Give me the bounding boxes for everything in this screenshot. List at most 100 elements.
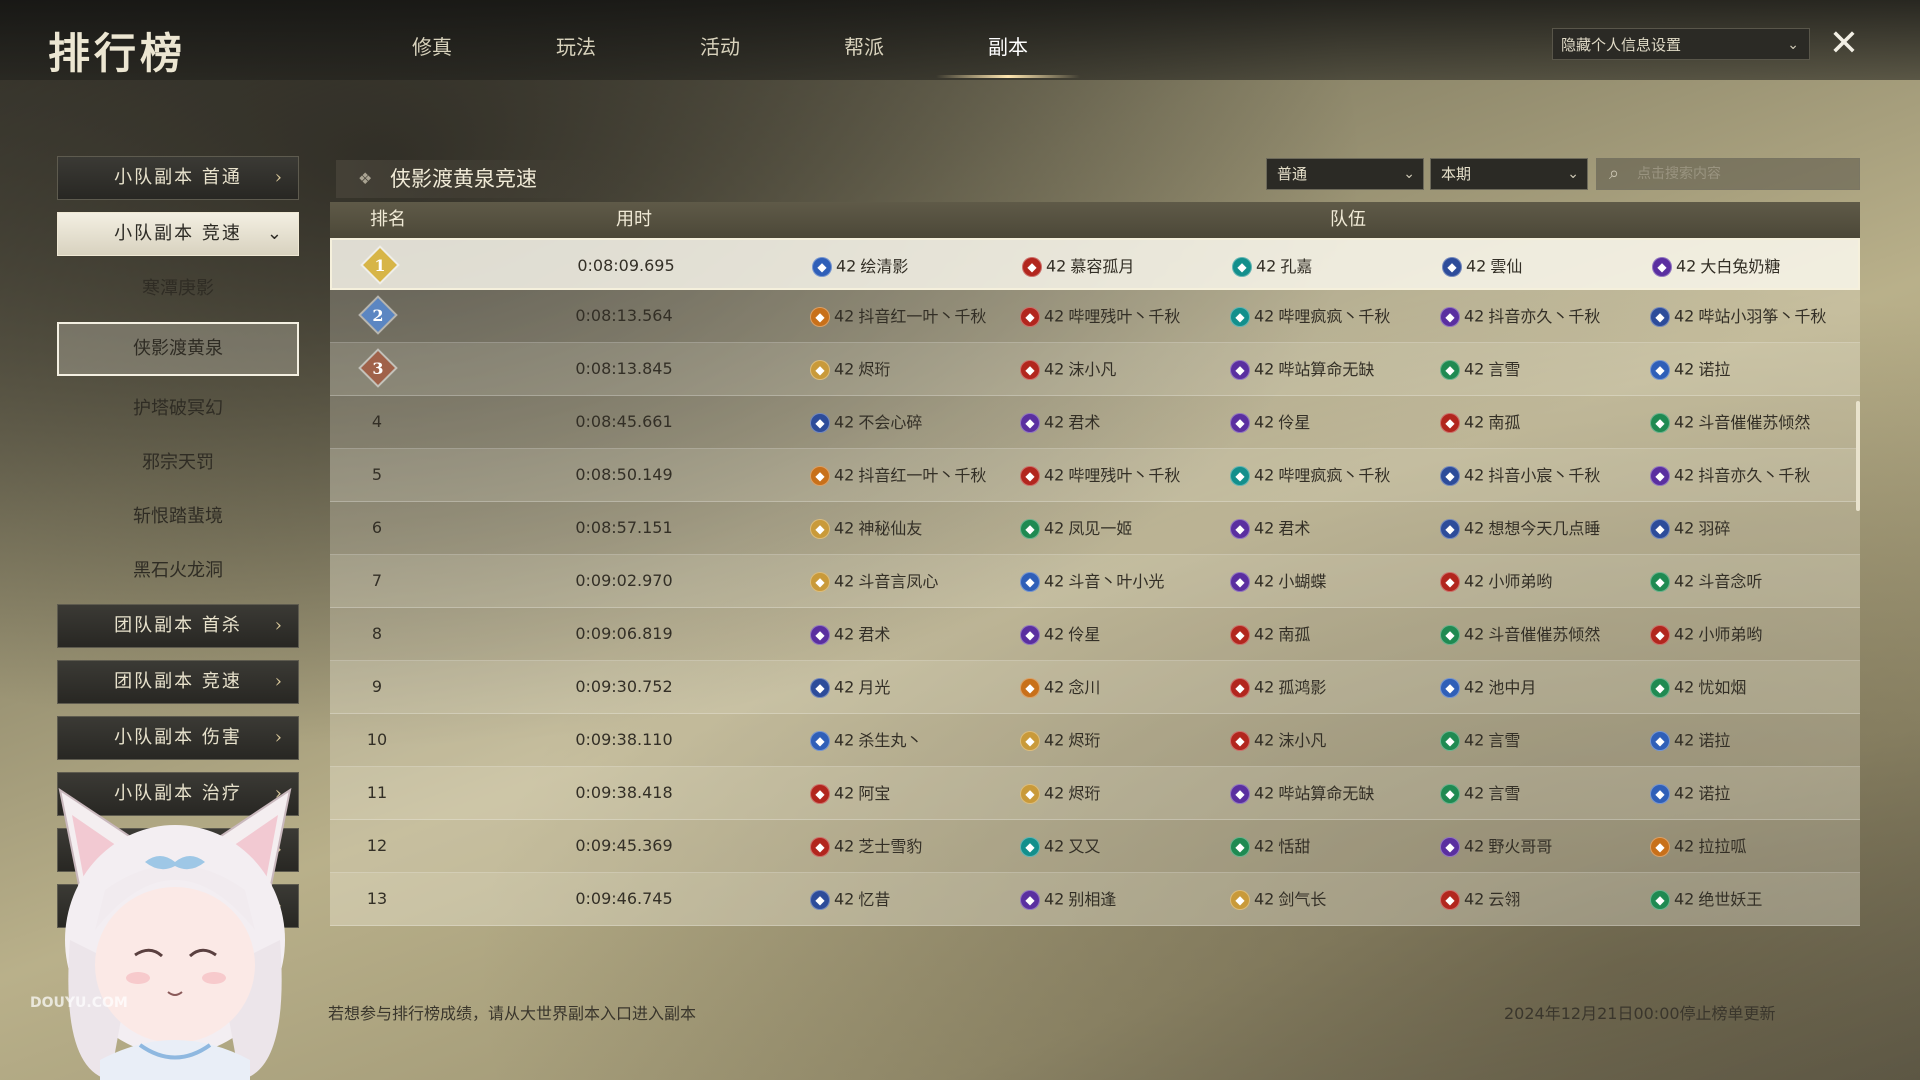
team-member[interactable]: ◆ 42 抖音亦久丶千秋 [1440, 290, 1645, 343]
team-member[interactable]: ◆ 42 云翎 [1440, 873, 1645, 926]
difficulty-select[interactable]: 普通 ⌄ [1266, 158, 1424, 190]
table-row[interactable]: 1 0:08:09.695 ◆ 42 绘清影 ◆ 42 慕容孤月 ◆ 42 孔嘉 ◆ 42 雲仙 ◆ 42 大白… [330, 238, 1860, 290]
team-member[interactable]: ◆ 42 伶星 [1020, 608, 1225, 661]
team-member[interactable]: ◆ 42 小师弟哟 [1650, 608, 1855, 661]
team-member[interactable]: ◆ 42 雲仙 [1442, 240, 1647, 293]
team-member[interactable]: ◆ 42 芝士雪豹 [810, 820, 1015, 873]
team-member[interactable]: ◆ 42 哔哩残叶丶千秋 [1020, 449, 1225, 502]
team-member[interactable]: ◆ 42 南孤 [1440, 396, 1645, 449]
team-member[interactable]: ◆ 42 抖音红一叶丶千秋 [810, 290, 1015, 343]
team-member[interactable]: ◆ 42 神秘仙友 [810, 502, 1015, 555]
team-member[interactable]: ◆ 42 不会心碎 [810, 396, 1015, 449]
team-member[interactable]: ◆ 42 忆昔 [810, 873, 1015, 926]
team-member[interactable]: ◆ 42 诺拉 [1650, 767, 1855, 820]
sidebar-subitem-3[interactable]: 侠影渡黄泉 [57, 322, 299, 376]
team-member[interactable]: ◆ 42 沫小凡 [1020, 343, 1225, 396]
team-member[interactable]: ◆ 42 抖音小宸丶千秋 [1440, 449, 1645, 502]
team-member[interactable]: ◆ 42 又又 [1020, 820, 1225, 873]
team-member[interactable]: ◆ 42 阿宝 [810, 767, 1015, 820]
team-member[interactable]: ◆ 42 剑气长 [1230, 873, 1435, 926]
privacy-settings-select[interactable]: 隐藏个人信息设置 ⌄ [1552, 28, 1810, 60]
team-member[interactable]: ◆ 42 斗音催催苏倾然 [1440, 608, 1645, 661]
table-row[interactable]: 10 0:09:38.110 ◆ 42 杀生丸丶 ◆ 42 烬珩 ◆ 42 沫小凡 ◆ 42 言雪 ◆ 42 诺… [330, 714, 1860, 767]
sidebar-subitem-4[interactable]: 护塔破冥幻 [57, 388, 299, 430]
team-member[interactable]: ◆ 42 忧如烟 [1650, 661, 1855, 714]
table-body[interactable]: 1 0:08:09.695 ◆ 42 绘清影 ◆ 42 慕容孤月 ◆ 42 孔嘉 ◆ 42 雲仙 ◆ 42 大白… [330, 238, 1860, 938]
team-member[interactable]: ◆ 42 言雪 [1440, 767, 1645, 820]
tab-3[interactable]: 帮派 [792, 0, 936, 78]
team-member[interactable]: ◆ 42 斗音催催苏倾然 [1650, 396, 1855, 449]
team-member[interactable]: ◆ 42 抖音亦久丶千秋 [1650, 449, 1855, 502]
team-member[interactable]: ◆ 42 绘清影 [812, 240, 1017, 293]
team-member[interactable]: ◆ 42 哔站算命无缺 [1230, 343, 1435, 396]
team-member[interactable]: ◆ 42 言雪 [1440, 714, 1645, 767]
search-input[interactable]: ⌕ 点击搜索内容 [1596, 158, 1860, 190]
table-row[interactable]: 8 0:09:06.819 ◆ 42 君术 ◆ 42 伶星 ◆ 42 南孤 ◆ 42 斗音催催苏倾然 ◆ 42… [330, 608, 1860, 661]
team-member[interactable]: ◆ 42 月光 [810, 661, 1015, 714]
team-member[interactable]: ◆ 42 哔站小羽筝丶千秋 [1650, 290, 1855, 343]
sidebar-category-9[interactable]: 团队副本 竞速 › [57, 660, 299, 704]
team-member[interactable]: ◆ 42 斗音念听 [1650, 555, 1855, 608]
team-member[interactable]: ◆ 42 言雪 [1440, 343, 1645, 396]
team-member[interactable]: ◆ 42 哔哩疯疯丶千秋 [1230, 290, 1435, 343]
period-select[interactable]: 本期 ⌄ [1430, 158, 1588, 190]
tab-2[interactable]: 活动 [648, 0, 792, 78]
sidebar-subitem-5[interactable]: 邪宗天罚 [57, 442, 299, 484]
team-member[interactable]: ◆ 42 慕容孤月 [1022, 240, 1227, 293]
tab-1[interactable]: 玩法 [504, 0, 648, 78]
table-row[interactable]: 7 0:09:02.970 ◆ 42 斗音言凤心 ◆ 42 斗音丶叶小光 ◆ 42 小蝴蝶 ◆ 42 小师… [330, 555, 1860, 608]
team-member[interactable]: ◆ 42 斗音丶叶小光 [1020, 555, 1225, 608]
team-member[interactable]: ◆ 42 君术 [810, 608, 1015, 661]
team-member[interactable]: ◆ 42 念川 [1020, 661, 1225, 714]
table-row[interactable]: 13 0:09:46.745 ◆ 42 忆昔 ◆ 42 别相逢 ◆ 42 剑气长 ◆ 42 云翎 ◆ 42 绝世… [330, 873, 1860, 926]
team-member[interactable]: ◆ 42 小蝴蝶 [1230, 555, 1435, 608]
team-member[interactable]: ◆ 42 孔嘉 [1232, 240, 1437, 293]
team-member[interactable]: ◆ 42 哔站算命无缺 [1230, 767, 1435, 820]
team-member[interactable]: ◆ 42 抖音红一叶丶千秋 [810, 449, 1015, 502]
team-member[interactable]: ◆ 42 孤鸿影 [1230, 661, 1435, 714]
sidebar-category-8[interactable]: 团队副本 首杀 › [57, 604, 299, 648]
team-member[interactable]: ◆ 42 诺拉 [1650, 343, 1855, 396]
close-icon[interactable]: ✕ [1826, 26, 1862, 62]
sidebar-subitem-7[interactable]: 黑石火龙洞 [57, 550, 299, 592]
team-member[interactable]: ◆ 42 烬珩 [1020, 767, 1225, 820]
tab-4[interactable]: 副本 [936, 0, 1080, 78]
team-member[interactable]: ◆ 42 南孤 [1230, 608, 1435, 661]
team-member[interactable]: ◆ 42 拉拉呱 [1650, 820, 1855, 873]
sidebar-subitem-6[interactable]: 斩恨踏蜚境 [57, 496, 299, 538]
tab-0[interactable]: 修真 [360, 0, 504, 78]
scrollbar[interactable] [1856, 401, 1860, 511]
team-member[interactable]: ◆ 42 哔哩疯疯丶千秋 [1230, 449, 1435, 502]
team-member[interactable]: ◆ 42 大白兔奶糖 [1652, 240, 1857, 293]
table-row[interactable]: 11 0:09:38.418 ◆ 42 阿宝 ◆ 42 烬珩 ◆ 42 哔站算命无缺 ◆ 42 言雪 ◆ 42… [330, 767, 1860, 820]
table-row[interactable]: 2 0:08:13.564 ◆ 42 抖音红一叶丶千秋 ◆ 42 哔哩残叶丶千秋 ◆ 42 哔哩疯疯… [330, 290, 1860, 343]
team-member[interactable]: ◆ 42 野火哥哥 [1440, 820, 1645, 873]
table-row[interactable]: 4 0:08:45.661 ◆ 42 不会心碎 ◆ 42 君术 ◆ 42 伶星 ◆ 42 南孤 ◆ 42 斗音催… [330, 396, 1860, 449]
table-row[interactable]: 9 0:09:30.752 ◆ 42 月光 ◆ 42 念川 ◆ 42 孤鸿影 ◆ 42 池中月 ◆ 42 忧如烟 [330, 661, 1860, 714]
team-member[interactable]: ◆ 42 池中月 [1440, 661, 1645, 714]
team-member[interactable]: ◆ 42 伶星 [1230, 396, 1435, 449]
sidebar-category-0[interactable]: 小队副本 首通 › [57, 156, 299, 200]
table-row[interactable]: 3 0:08:13.845 ◆ 42 烬珩 ◆ 42 沫小凡 ◆ 42 哔站算命无缺 ◆ 42 言雪 ◆ 42… [330, 343, 1860, 396]
table-row[interactable]: 5 0:08:50.149 ◆ 42 抖音红一叶丶千秋 ◆ 42 哔哩残叶丶千秋 ◆ 42 哔哩疯疯… [330, 449, 1860, 502]
team-member[interactable]: ◆ 42 诺拉 [1650, 714, 1855, 767]
team-member[interactable]: ◆ 42 烬珩 [810, 343, 1015, 396]
sidebar-category-1[interactable]: 小队副本 竞速 ⌄ [57, 212, 299, 256]
team-member[interactable]: ◆ 42 恬甜 [1230, 820, 1435, 873]
table-row[interactable]: 12 0:09:45.369 ◆ 42 芝士雪豹 ◆ 42 又又 ◆ 42 恬甜 ◆ 42 野火哥哥 ◆ 42… [330, 820, 1860, 873]
team-member[interactable]: ◆ 42 烬珩 [1020, 714, 1225, 767]
team-member[interactable]: ◆ 42 杀生丸丶 [810, 714, 1015, 767]
team-member[interactable]: ◆ 42 君术 [1230, 502, 1435, 555]
sidebar-category-10[interactable]: 小队副本 伤害 › [57, 716, 299, 760]
team-member[interactable]: ◆ 42 想想今天几点睡 [1440, 502, 1645, 555]
team-member[interactable]: ◆ 42 沫小凡 [1230, 714, 1435, 767]
table-row[interactable]: 6 0:08:57.151 ◆ 42 神秘仙友 ◆ 42 凤见一姬 ◆ 42 君术 ◆ 42 想想今天几点… [330, 502, 1860, 555]
team-member[interactable]: ◆ 42 绝世妖王 [1650, 873, 1855, 926]
team-member[interactable]: ◆ 42 别相逢 [1020, 873, 1225, 926]
team-member[interactable]: ◆ 42 小师弟哟 [1440, 555, 1645, 608]
team-member[interactable]: ◆ 42 凤见一姬 [1020, 502, 1225, 555]
team-member[interactable]: ◆ 42 羽碎 [1650, 502, 1855, 555]
team-member[interactable]: ◆ 42 斗音言凤心 [810, 555, 1015, 608]
team-member[interactable]: ◆ 42 哔哩残叶丶千秋 [1020, 290, 1225, 343]
sidebar-subitem-2[interactable]: 寒潭庚影 [57, 268, 299, 310]
